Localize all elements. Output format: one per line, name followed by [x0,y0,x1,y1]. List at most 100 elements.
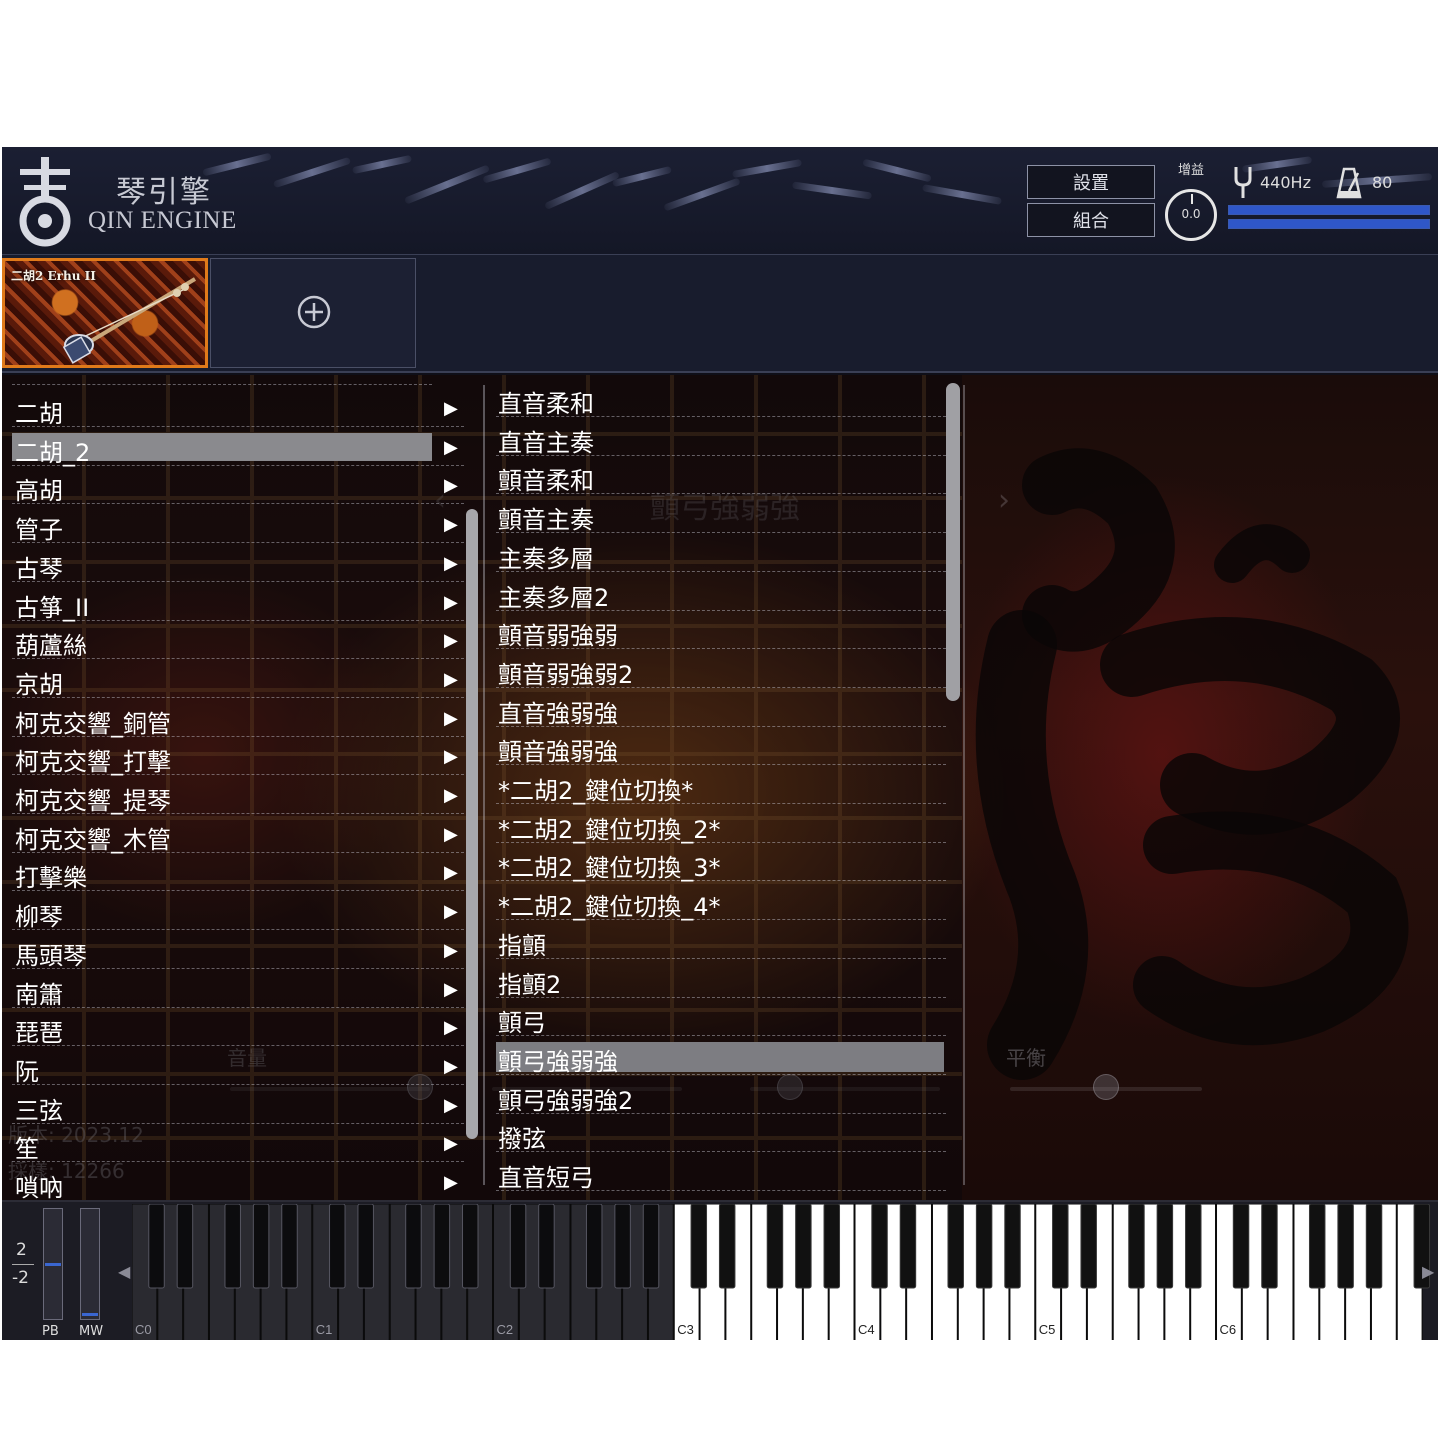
black-key[interactable] [766,1204,784,1289]
articulation-item[interactable]: 主奏多層2 [496,572,946,612]
black-key[interactable] [1128,1204,1145,1289]
black-key[interactable] [1185,1204,1202,1289]
instrument-item[interactable]: 二胡 ▶ [12,388,464,428]
articulation-item[interactable]: 顫音主奏 [496,494,946,534]
expand-arrow-icon[interactable]: ▶ [444,1056,458,1077]
expand-arrow-icon[interactable]: ▶ [444,1172,458,1193]
instrument-item[interactable]: 古琴 ▶ [12,543,464,583]
instrument-item[interactable]: 葫蘆絲 ▶ [12,620,464,660]
settings-button[interactable]: 設置 [1027,165,1155,199]
articulation-item[interactable]: 顫弓 [496,997,946,1037]
add-slot-icon[interactable] [297,295,331,329]
expand-arrow-icon[interactable]: ▶ [444,979,458,1000]
instrument-item[interactable]: 柯克交響_銅管 ▶ [12,698,464,738]
next-articulation-arrow-icon[interactable]: › [998,483,1010,518]
instrument-item[interactable]: 打擊樂 ▶ [12,852,464,892]
tuning-fork-icon[interactable] [1232,165,1254,199]
pitch-bend-range-down[interactable]: -2 [12,1268,29,1288]
pan-slider-thumb[interactable] [1093,1074,1119,1100]
black-key[interactable] [329,1204,346,1289]
instrument-list[interactable]: 二胡 ▶ 二胡_2 ▶ 高胡 ▶ 管子 ▶ 古琴 ▶ 古箏_II ▶ 葫蘆絲 ▶ 京胡 ▶ 柯克交響_銅管 ▶ 柯克… [12,378,464,1200]
articulation-item[interactable]: 指顫 [496,920,946,960]
black-key[interactable] [1337,1204,1354,1289]
black-key[interactable] [462,1204,479,1289]
articulation-item[interactable]: 直音強弱強 [496,688,946,728]
piano-keyboard[interactable]: C0 C1 C2 C3 C4 C5 C6 [132,1204,1436,1340]
articulation-item[interactable]: *二胡2_鍵位切換_4* [496,881,946,921]
instrument-item[interactable]: 柯克交響_提琴 ▶ [12,775,464,815]
instrument-slot-empty[interactable] [210,258,416,368]
metronome-icon[interactable] [1336,167,1362,199]
expand-arrow-icon[interactable]: ▶ [444,398,458,419]
expand-arrow-icon[interactable]: ▶ [444,1095,458,1116]
articulation-item[interactable]: *二胡2_鍵位切換_2* [496,804,946,844]
instrument-item-selected[interactable]: 二胡_2 ▶ [12,427,464,467]
articulation-item[interactable]: 指顫2 [496,959,946,999]
articulation-list[interactable]: 直音柔和 直音主奏 顫音柔和 顫音主奏 主奏多層 主奏多層2 顫音弱強弱 顫音弱強弱2 直音強弱… [496,378,948,1200]
black-key[interactable] [1052,1204,1069,1289]
keyboard-scroll-right-icon[interactable]: ▶ [1422,1262,1434,1281]
expand-arrow-icon[interactable]: ▶ [444,746,458,767]
tempo-value[interactable]: 80 [1372,173,1392,192]
articulation-item[interactable]: *二胡2_鍵位切換* [496,765,946,805]
expand-arrow-icon[interactable]: ▶ [444,940,458,961]
instrument-item[interactable]: 高胡 ▶ [12,465,464,505]
expand-arrow-icon[interactable]: ▶ [444,824,458,845]
black-key[interactable] [1261,1204,1278,1289]
expand-arrow-icon[interactable]: ▶ [444,592,458,613]
expand-arrow-icon[interactable]: ▶ [444,785,458,806]
articulation-item[interactable]: 顫音強弱強 [496,726,946,766]
expand-arrow-icon[interactable]: ▶ [444,669,458,690]
expand-arrow-icon[interactable]: ▶ [444,901,458,922]
instrument-item[interactable]: 南簫 ▶ [12,969,464,1009]
expand-arrow-icon[interactable]: ▶ [444,437,458,458]
expand-arrow-icon[interactable]: ▶ [444,862,458,883]
black-key[interactable] [690,1204,708,1289]
expand-arrow-icon[interactable]: ▶ [444,475,458,496]
black-key[interactable] [509,1204,527,1289]
articulation-item[interactable]: 顫音弱強弱2 [496,649,946,689]
black-key[interactable] [642,1204,660,1289]
instrument-item[interactable]: 嗩吶 ▶ [12,1162,464,1200]
articulation-item[interactable]: *二胡2_鍵位切換_3* [496,842,946,882]
articulation-item[interactable]: 顫弓強弱強2 [496,1075,946,1115]
combine-button[interactable]: 組合 [1027,203,1155,237]
articulation-item[interactable]: 直音主奏 [496,417,946,457]
articulation-item[interactable]: 直音短弓 [496,1152,946,1192]
articulation-item[interactable]: 直音柔和 [496,378,946,418]
black-key[interactable] [795,1204,812,1289]
instrument-item[interactable]: 馬頭琴 ▶ [12,930,464,970]
instrument-slot-active[interactable]: 二胡2 Erhu II [2,258,208,368]
black-key[interactable] [148,1204,165,1289]
black-key[interactable] [357,1204,374,1289]
articulation-item[interactable]: 主奏多層 [496,533,946,573]
expand-arrow-icon[interactable]: ▶ [444,1017,458,1038]
instrument-item[interactable]: 柯克交響_打擊 ▶ [12,736,464,776]
pitch-bend-wheel[interactable] [43,1208,63,1320]
instrument-item[interactable]: 柯克交響_木管 ▶ [12,814,464,854]
instrument-item[interactable]: 管子 ▶ [12,504,464,544]
black-key[interactable] [585,1204,603,1289]
articulation-item[interactable]: 顫音柔和 [496,455,946,495]
black-key[interactable] [871,1204,888,1289]
articulation-list-scrollbar[interactable] [946,383,960,701]
tuning-value[interactable]: 440Hz [1260,173,1311,192]
expand-arrow-icon[interactable]: ▶ [444,708,458,729]
expand-arrow-icon[interactable]: ▶ [444,553,458,574]
instrument-item[interactable]: 柳琴 ▶ [12,891,464,931]
instrument-item[interactable]: 三弦 ▶ [12,1085,464,1125]
black-key[interactable] [1080,1204,1097,1289]
black-key[interactable] [176,1204,194,1289]
expand-arrow-icon[interactable]: ▶ [444,1133,458,1154]
black-key[interactable] [947,1204,964,1289]
expand-arrow-icon[interactable]: ▶ [444,630,458,651]
articulation-item[interactable]: 顫音弱強弱 [496,610,946,650]
instrument-item[interactable]: 古箏_II ▶ [12,582,464,622]
black-key[interactable] [1156,1204,1174,1289]
black-key[interactable] [224,1204,241,1289]
mod-wheel[interactable] [80,1208,100,1320]
instrument-item[interactable]: 京胡 ▶ [12,659,464,699]
black-key[interactable] [614,1204,631,1289]
keyboard-scroll-left-icon[interactable]: ◀ [118,1262,130,1281]
pitch-bend-range-up[interactable]: 2 [16,1240,27,1260]
